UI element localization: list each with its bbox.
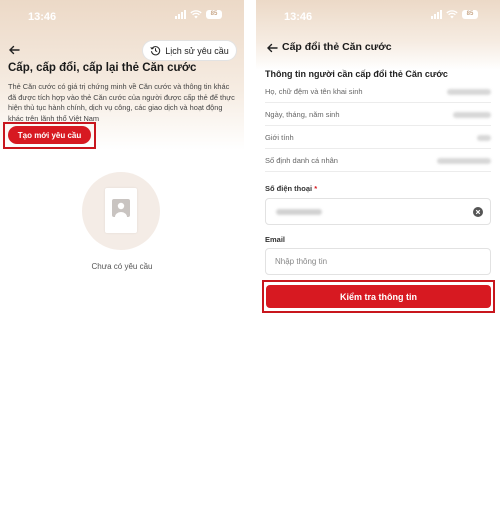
empty-state-illustration (82, 172, 160, 250)
email-field (265, 248, 491, 275)
info-label: Ngày, tháng, năm sinh (265, 110, 340, 119)
back-arrow-icon[interactable] (7, 43, 21, 57)
clear-icon[interactable] (473, 207, 483, 217)
info-label: Giới tính (265, 133, 294, 142)
section-title: Thông tin người cần cấp đổi thẻ Căn cước (265, 69, 448, 79)
signal-icon (431, 10, 442, 19)
email-input[interactable] (267, 250, 489, 273)
redacted-value (437, 157, 491, 164)
info-row-birthdate: Ngày, tháng, năm sinh (265, 104, 491, 126)
history-clock-icon (150, 46, 161, 56)
screen-card-renewal-form: 13:46 85 Cấp đổi thẻ Căn cước Thông tin … (256, 0, 500, 527)
wifi-icon (190, 10, 202, 19)
back-arrow-icon[interactable] (265, 41, 279, 55)
info-row-gender: Giới tính (265, 127, 491, 149)
info-label: Số định danh cá nhân (265, 156, 338, 165)
create-request-button[interactable]: Tạo mới yêu cầu (8, 126, 91, 144)
wifi-icon (446, 10, 458, 19)
history-button-label: Lịch sử yêu cầu (165, 45, 229, 56)
check-info-button[interactable]: Kiểm tra thông tin (266, 285, 491, 308)
battery-icon: 85 (462, 10, 478, 19)
page-description: Thẻ Căn cước có giá trị chứng minh về Că… (8, 82, 235, 123)
page-title: Cấp, cấp đổi, cấp lại thẻ Căn cước (8, 62, 197, 74)
status-bar: 13:46 85 (256, 0, 500, 34)
status-icons: 85 (431, 10, 478, 19)
status-icons: 85 (175, 10, 222, 19)
info-row-fullname: Họ, chữ đệm và tên khai sinh (265, 81, 491, 103)
page-title: Cấp đổi thẻ Căn cước (282, 41, 392, 53)
id-card-avatar-icon (112, 199, 130, 217)
redacted-phone-value (276, 209, 322, 215)
status-time: 13:46 (28, 11, 57, 23)
email-field-label: Email (265, 235, 286, 244)
battery-icon: 85 (206, 10, 222, 19)
phone-field[interactable] (265, 198, 491, 225)
required-marker: * (314, 184, 318, 193)
redacted-value (447, 88, 491, 95)
id-card-image (105, 188, 137, 233)
history-button[interactable]: Lịch sử yêu cầu (142, 40, 237, 61)
info-row-id-number: Số định danh cá nhân (265, 150, 491, 172)
redacted-value (453, 111, 491, 118)
status-time: 13:46 (284, 11, 313, 23)
signal-icon (175, 10, 186, 19)
status-bar: 13:46 85 (0, 0, 244, 34)
empty-state-text: Chưa có yêu cầu (91, 262, 153, 271)
redacted-value (477, 134, 491, 141)
phone-field-label: Số điện thoại * (265, 184, 318, 193)
info-label: Họ, chữ đệm và tên khai sinh (265, 87, 363, 96)
screen-card-list: 13:46 85 Lịch sử yêu cầu Cấp, cấp đổi, c… (0, 0, 244, 527)
